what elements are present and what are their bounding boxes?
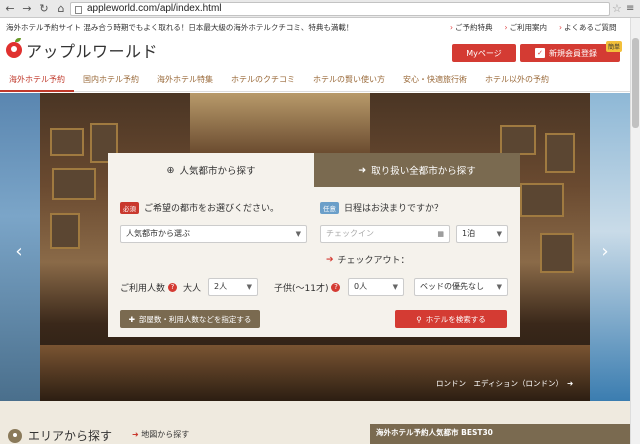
nav-hotel-tips[interactable]: ホテルの賢い使い方 — [304, 70, 394, 92]
nav-overseas-hotel[interactable]: 海外ホテル予約 — [0, 70, 74, 92]
register-button[interactable]: ✓ 新規会員登録 簡単 — [520, 41, 622, 62]
arrow-icon: › — [504, 23, 508, 32]
link-reservation-benefits[interactable]: › ご予約特典 — [450, 22, 493, 33]
chevron-down-icon: ▼ — [295, 230, 301, 238]
arrow-circle-icon: ➜ — [132, 430, 139, 439]
arrow-circle-icon: ➜ — [358, 164, 367, 176]
mypage-button[interactable]: Myページ — [452, 44, 516, 62]
address-bar[interactable]: appleworld.com/apl/index.html — [70, 2, 610, 16]
nights-select[interactable]: 1泊 ▼ — [456, 225, 508, 243]
guests-label-text: ご利用人数 — [120, 284, 166, 294]
chevron-down-icon: ▼ — [496, 283, 502, 291]
nav-hotel-reviews[interactable]: ホテルのクチコミ — [222, 70, 304, 92]
arrow-circle-icon: ➜ — [566, 379, 574, 388]
nav-other-booking[interactable]: ホテル以外の予約 — [476, 70, 558, 92]
arrow-right-icon: ➔ — [326, 254, 334, 265]
site-tagline: 海外ホテル予約サイト 混み合う時期でもよく取れる！日本最大級の海外ホテルクチコミ… — [6, 23, 354, 32]
date-label-text: 日程はお決まりですか？ — [344, 204, 444, 214]
adults-value: 2人 — [214, 282, 228, 291]
main-nav: 海外ホテル予約 国内ホテル予約 海外ホテル特集 ホテルのクチコミ ホテルの賢い使… — [0, 70, 640, 92]
bed-value: ベッドの優先なし — [420, 282, 484, 291]
chevron-down-icon: ▼ — [246, 283, 252, 291]
required-tag: 必須 — [120, 201, 139, 214]
city-select[interactable]: 人気都市から選ぶ ▼ — [120, 225, 307, 243]
best30-header[interactable]: 海外ホテル予約人気都市 BEST30 — [370, 424, 630, 444]
area-search-title: エリアから探す — [8, 427, 112, 444]
page-scrollbar[interactable] — [630, 18, 640, 444]
city-label-text: ご希望の都市をお選びください。 — [144, 204, 280, 214]
back-icon[interactable]: ← — [3, 2, 17, 16]
prev-slide-arrow-icon[interactable]: ‹ — [12, 243, 26, 263]
link-label: ご予約特典 — [455, 23, 493, 32]
adults-select[interactable]: 2人 ▼ — [208, 278, 258, 296]
nav-hotel-features[interactable]: 海外ホテル特集 — [148, 70, 222, 92]
bed-select[interactable]: ベッドの優先なし ▼ — [414, 278, 508, 296]
search-icon: ⚲ — [416, 314, 422, 324]
arrow-icon: › — [559, 23, 562, 32]
tab-label: 人気都市から探す — [179, 166, 256, 177]
checkin-placeholder: チェックイン — [326, 229, 374, 238]
pin-icon: ⊕ — [166, 164, 175, 176]
optional-tag: 任意 — [320, 201, 339, 214]
nights-value: 1泊 — [462, 229, 476, 238]
search-hotel-button[interactable]: ⚲ ホテルを検索する — [395, 310, 507, 328]
tab-all-cities[interactable]: ➜ 取り扱い全都市から探す — [314, 153, 520, 187]
children-select[interactable]: 0人 ▼ — [348, 278, 404, 296]
url-text: appleworld.com/apl/index.html — [87, 3, 222, 14]
header-links: › ご予約特典 › ご利用案内 › よくあるご質問 — [450, 22, 617, 33]
caption-text: ロンドン エディション（ロンドン） — [436, 379, 563, 388]
help-icon[interactable]: ? — [331, 283, 341, 292]
site-logo[interactable]: アップルワールド — [6, 38, 158, 62]
hero-bar-counter — [40, 345, 590, 401]
beginner-icon: ✓ — [535, 48, 545, 58]
chevron-down-icon: ▼ — [392, 283, 398, 291]
nav-travel-tips[interactable]: 安心・快適旅行術 — [394, 70, 476, 92]
logo-text: アップルワールド — [26, 42, 159, 61]
children-label: 子供(～11才)? — [274, 281, 341, 294]
apple-logo-icon — [6, 38, 22, 58]
help-icon[interactable]: ? — [168, 283, 178, 292]
home-icon[interactable]: ⌂ — [54, 2, 68, 16]
children-value: 0人 — [354, 282, 368, 291]
plus-icon: ✚ — [128, 314, 135, 324]
search-form: 必須 ご希望の都市をお選びください。 任意 日程はお決まりですか？ 人気都市から選ぶ… — [108, 187, 520, 337]
options-button-label: 部屋数・利用人数などを指定する — [138, 314, 252, 324]
checkout-label-text: チェックアウト： — [337, 256, 410, 266]
tab-popular-cities[interactable]: ⊕ 人気都市から探す — [108, 153, 314, 187]
browser-menu-icon[interactable]: ≡ — [626, 3, 637, 15]
map-link-text: 地図から探す — [141, 430, 190, 439]
bookmark-star-icon[interactable]: ☆ — [612, 2, 624, 16]
scrollbar-thumb[interactable] — [632, 38, 639, 128]
hotel-search-panel: ⊕ 人気都市から探す ➜ 取り扱い全都市から探す 必須 ご希望の都市をお選びください。… — [108, 153, 520, 337]
reload-icon[interactable]: ↻ — [37, 2, 51, 16]
children-label-text: 子供(～11才) — [274, 284, 329, 294]
register-badge: 簡単 — [605, 41, 622, 52]
chevron-down-icon: ▼ — [496, 230, 502, 238]
map-search-link[interactable]: ➜ 地図から探す — [132, 429, 189, 440]
guests-label: ご利用人数? 大人 — [120, 281, 201, 294]
register-label: 新規会員登録 — [549, 48, 597, 58]
city-label: 必須 ご希望の都市をお選びください。 — [120, 201, 279, 214]
next-slide-arrow-icon[interactable]: › — [598, 243, 612, 263]
page-icon — [75, 6, 82, 14]
map-pin-icon — [8, 428, 22, 443]
forward-icon[interactable]: → — [20, 2, 34, 16]
area-title-text: エリアから探す — [28, 429, 113, 443]
link-faq[interactable]: › よくあるご質問 — [559, 22, 617, 33]
search-button-label: ホテルを検索する — [425, 314, 486, 324]
tab-label: 取り扱い全都市から探す — [371, 166, 476, 177]
checkout-label: ➔ チェックアウト： — [326, 253, 410, 267]
adults-label: 大人 — [183, 284, 202, 294]
arrow-icon: › — [450, 23, 453, 32]
date-label: 任意 日程はお決まりですか？ — [320, 201, 443, 214]
nav-domestic-hotel[interactable]: 国内ホテル予約 — [74, 70, 148, 92]
checkin-field[interactable]: チェックイン ▦ — [320, 225, 450, 243]
link-usage-guide[interactable]: › ご利用案内 — [505, 22, 548, 33]
link-label: よくあるご質問 — [564, 23, 617, 32]
link-label: ご利用案内 — [509, 23, 548, 32]
hero-caption[interactable]: ロンドン エディション（ロンドン） ➜ — [436, 378, 573, 389]
specify-rooms-button[interactable]: ✚ 部屋数・利用人数などを指定する — [120, 310, 260, 328]
calendar-icon: ▦ — [437, 230, 444, 238]
city-select-value: 人気都市から選ぶ — [126, 229, 190, 238]
